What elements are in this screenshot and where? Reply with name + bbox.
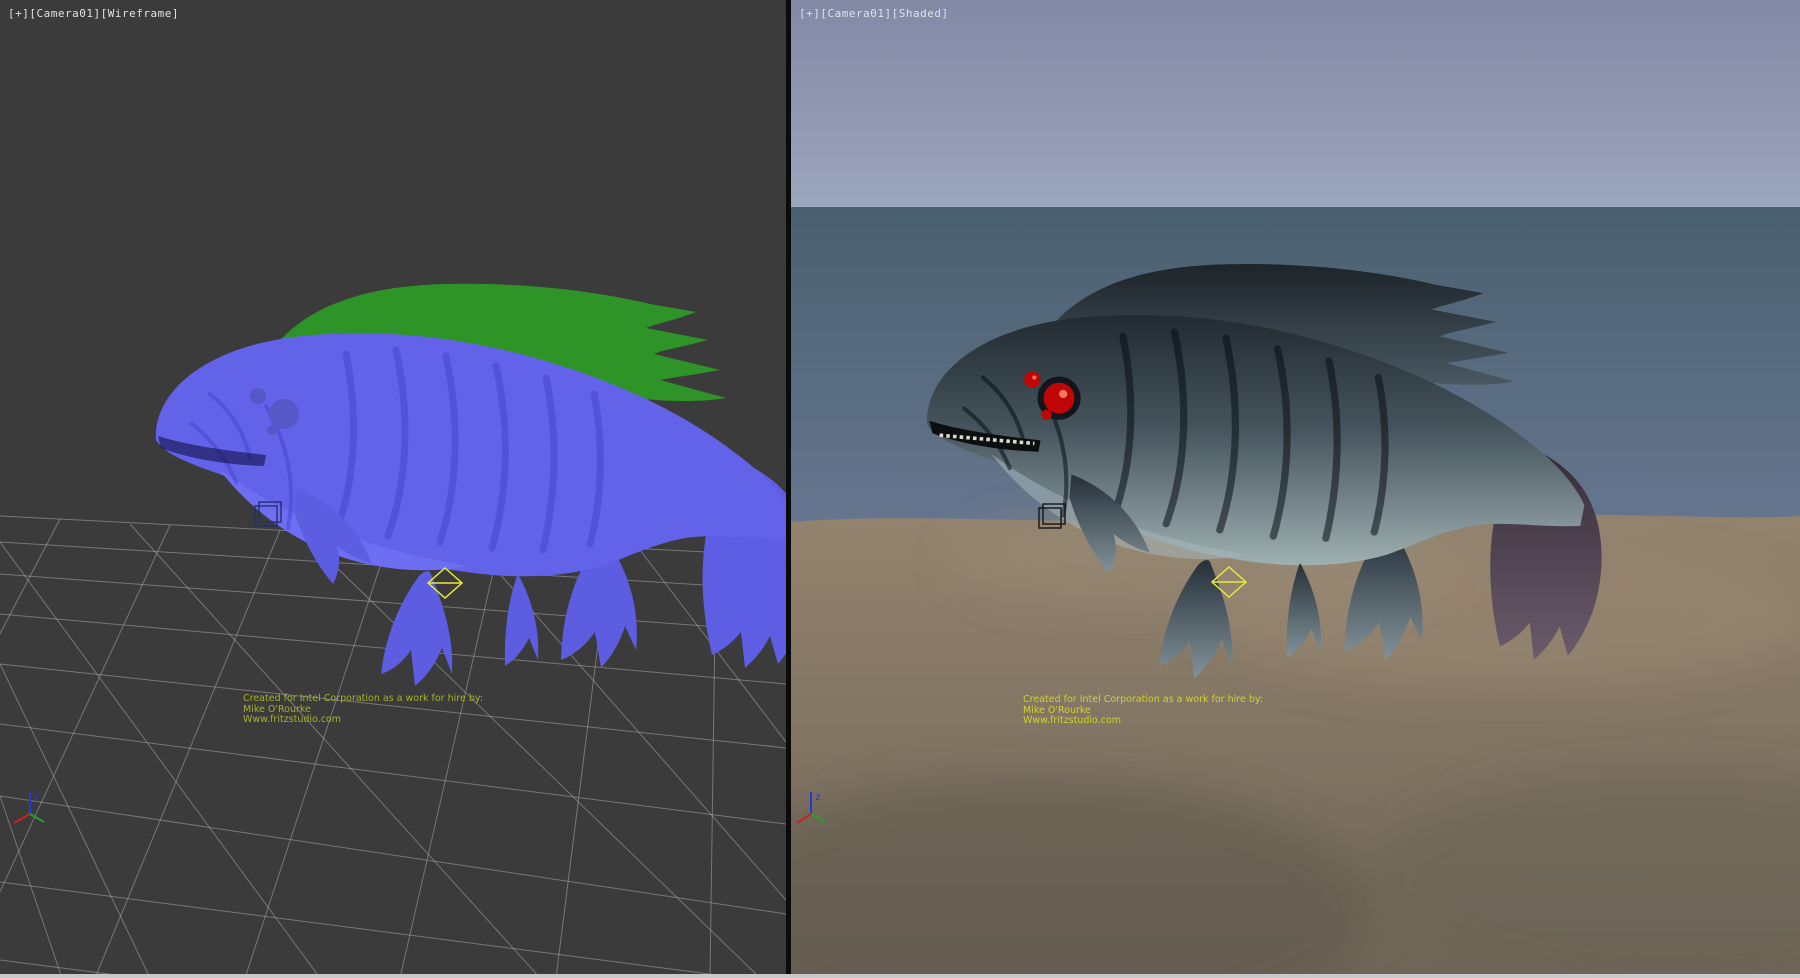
viewport-shading-menu[interactable]: [Shaded] bbox=[892, 7, 949, 20]
viewport-pov-menu[interactable]: [Camera01] bbox=[820, 7, 891, 20]
credit-line: Created for Intel Corporation as a work … bbox=[1023, 695, 1263, 706]
credit-annotation: Created for Intel Corporation as a work … bbox=[243, 694, 483, 726]
credit-line: Www.fritzstudio.com bbox=[243, 715, 483, 726]
app-window: z [+][Camera01][Wireframe] Created for I… bbox=[0, 0, 1800, 978]
viewport-label: [+][Camera01][Shaded] bbox=[799, 7, 949, 20]
credit-annotation: Created for Intel Corporation as a work … bbox=[1023, 695, 1263, 727]
viewport-shading-menu[interactable]: [Wireframe] bbox=[101, 7, 179, 20]
axis-z-label: z bbox=[34, 792, 40, 803]
sky bbox=[791, 0, 1800, 208]
credit-line: Created for Intel Corporation as a work … bbox=[243, 694, 483, 705]
wireframe-viewport-canvas[interactable]: z bbox=[0, 0, 786, 978]
credit-line: Www.fritzstudio.com bbox=[1023, 716, 1263, 727]
viewport-left-wireframe[interactable]: z [+][Camera01][Wireframe] Created for I… bbox=[0, 0, 786, 978]
viewport-right-shaded[interactable]: z [+][Camera01][Shaded] Created for Inte… bbox=[791, 0, 1800, 978]
window-bottom-edge bbox=[0, 974, 1800, 978]
axis-z-label: z bbox=[815, 792, 821, 803]
viewport-general-menu[interactable]: [+] bbox=[8, 7, 29, 20]
viewport-label: [+][Camera01][Wireframe] bbox=[8, 7, 179, 20]
viewport-pov-menu[interactable]: [Camera01] bbox=[29, 7, 100, 20]
shaded-viewport-canvas[interactable]: z bbox=[791, 0, 1800, 978]
viewport-general-menu[interactable]: [+] bbox=[799, 7, 820, 20]
